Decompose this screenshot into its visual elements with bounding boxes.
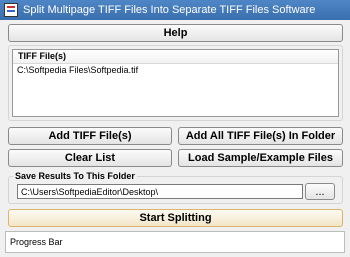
load-sample-button[interactable]: Load Sample/Example Files: [178, 149, 343, 167]
save-folder-group: Save Results To This Folder C:\Users\Sof…: [8, 171, 343, 204]
help-button[interactable]: Help: [8, 24, 343, 42]
title-bar: Split Multipage TIFF Files Into Separate…: [0, 0, 350, 20]
file-list-header: TIFF File(s): [13, 50, 338, 64]
file-list-group: TIFF File(s) C:\Softpedia Files\Softpedi…: [8, 45, 343, 121]
save-folder-label: Save Results To This Folder: [13, 171, 137, 181]
progress-bar: Progress Bar: [5, 231, 345, 253]
add-tiff-files-button[interactable]: Add TIFF File(s): [8, 127, 172, 145]
clear-list-button[interactable]: Clear List: [8, 149, 172, 167]
browse-button[interactable]: ...: [305, 183, 335, 200]
add-folder-button[interactable]: Add All TIFF File(s) In Folder: [178, 127, 343, 145]
list-item[interactable]: C:\Softpedia Files\Softpedia.tif: [13, 64, 338, 76]
output-folder-field[interactable]: C:\Users\SoftpediaEditor\Desktop\: [17, 184, 303, 199]
file-list[interactable]: TIFF File(s) C:\Softpedia Files\Softpedi…: [12, 49, 339, 117]
window-title: Split Multipage TIFF Files Into Separate…: [23, 4, 316, 16]
start-splitting-button[interactable]: Start Splitting: [8, 209, 343, 227]
app-icon: [4, 3, 18, 17]
